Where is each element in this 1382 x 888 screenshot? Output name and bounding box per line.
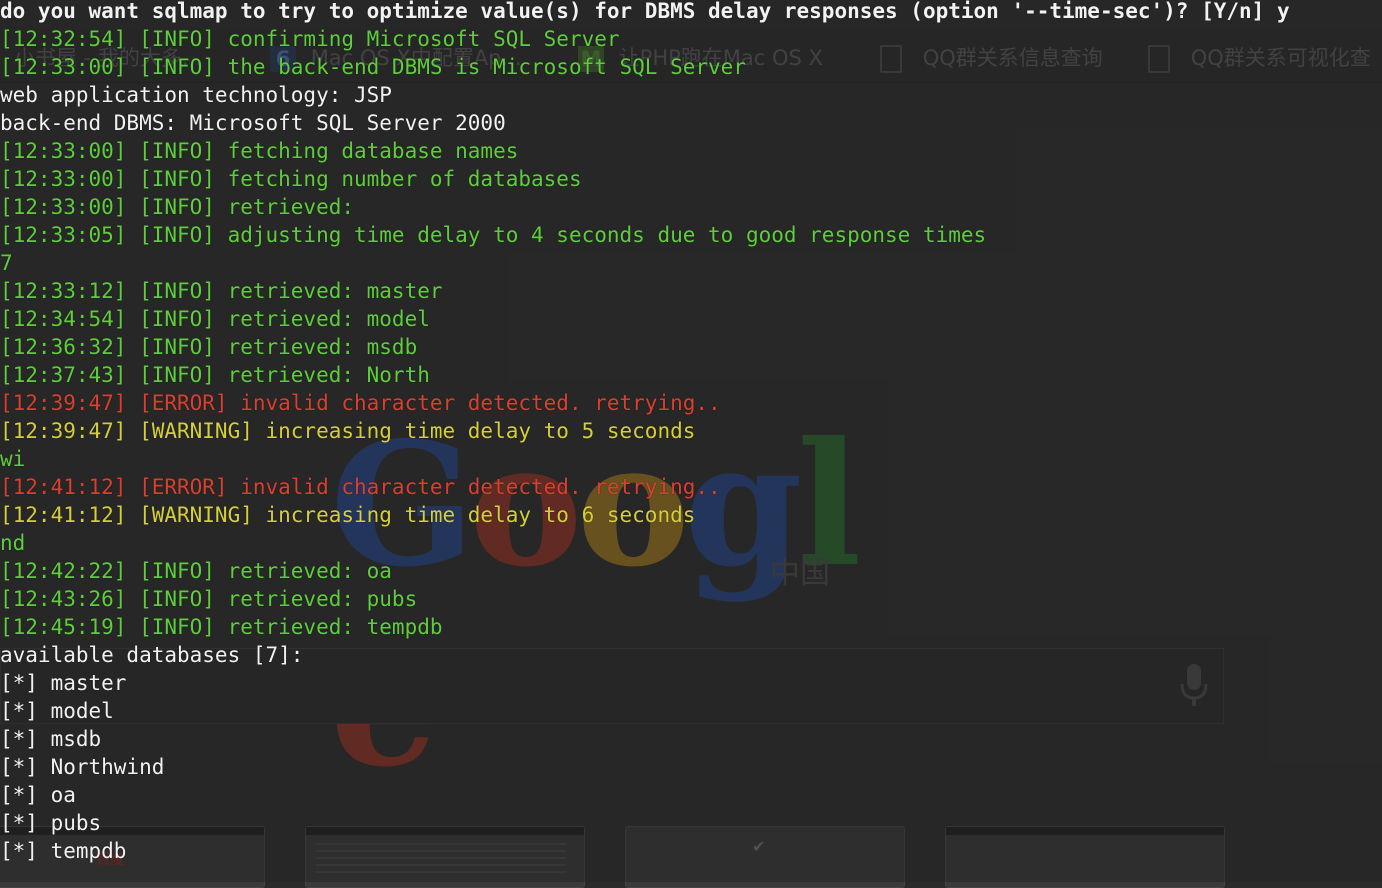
terminal-line: [12:32:54] [INFO] confirming Microsoft S… <box>0 27 620 51</box>
terminal-line: [*] master <box>0 671 127 695</box>
terminal-line: wi <box>0 447 26 471</box>
terminal-line: [12:33:12] [INFO] retrieved: master <box>0 279 443 303</box>
terminal-line: [*] tempdb <box>0 839 127 863</box>
terminal-line: web application technology: JSP <box>0 83 392 107</box>
terminal-line: [12:33:00] [INFO] fetching number of dat… <box>0 167 582 191</box>
terminal-line: [12:33:00] [INFO] retrieved: <box>0 195 355 219</box>
terminal-line: [*] pubs <box>0 811 102 835</box>
terminal-line: [*] Northwind <box>0 755 165 779</box>
terminal-line: [12:42:22] [INFO] retrieved: oa <box>0 559 392 583</box>
terminal-line: [12:41:12] [ERROR] invalid character det… <box>0 475 721 499</box>
terminal-line: [12:41:12] [WARNING] increasing time del… <box>0 503 696 527</box>
terminal-line: [*] msdb <box>0 727 102 751</box>
terminal-output[interactable]: do you want sqlmap to try to optimize va… <box>0 0 1382 882</box>
terminal-line: [12:33:00] [INFO] fetching database name… <box>0 139 519 163</box>
terminal-line: [12:36:32] [INFO] retrieved: msdb <box>0 335 418 359</box>
terminal-line: [12:45:19] [INFO] retrieved: tempdb <box>0 615 443 639</box>
terminal-line: available databases [7]: <box>0 643 304 667</box>
terminal-line: back-end DBMS: Microsoft SQL Server 2000 <box>0 111 506 135</box>
terminal-line: [12:33:05] [INFO] adjusting time delay t… <box>0 223 987 247</box>
terminal-line: [12:39:47] [WARNING] increasing time del… <box>0 419 696 443</box>
terminal-line: [12:33:00] [INFO] the back-end DBMS is M… <box>0 55 746 79</box>
terminal-line: [12:43:26] [INFO] retrieved: pubs <box>0 587 418 611</box>
terminal-line: [12:34:54] [INFO] retrieved: model <box>0 307 430 331</box>
terminal-line: 7 <box>0 251 13 275</box>
terminal-line: nd <box>0 531 26 555</box>
terminal-line: [12:37:43] [INFO] retrieved: North <box>0 363 430 387</box>
terminal-line: [*] oa <box>0 783 76 807</box>
terminal-prompt-line: do you want sqlmap to try to optimize va… <box>0 0 1290 23</box>
terminal-line: [*] model <box>0 699 114 723</box>
terminal-line: [12:39:47] [ERROR] invalid character det… <box>0 391 721 415</box>
